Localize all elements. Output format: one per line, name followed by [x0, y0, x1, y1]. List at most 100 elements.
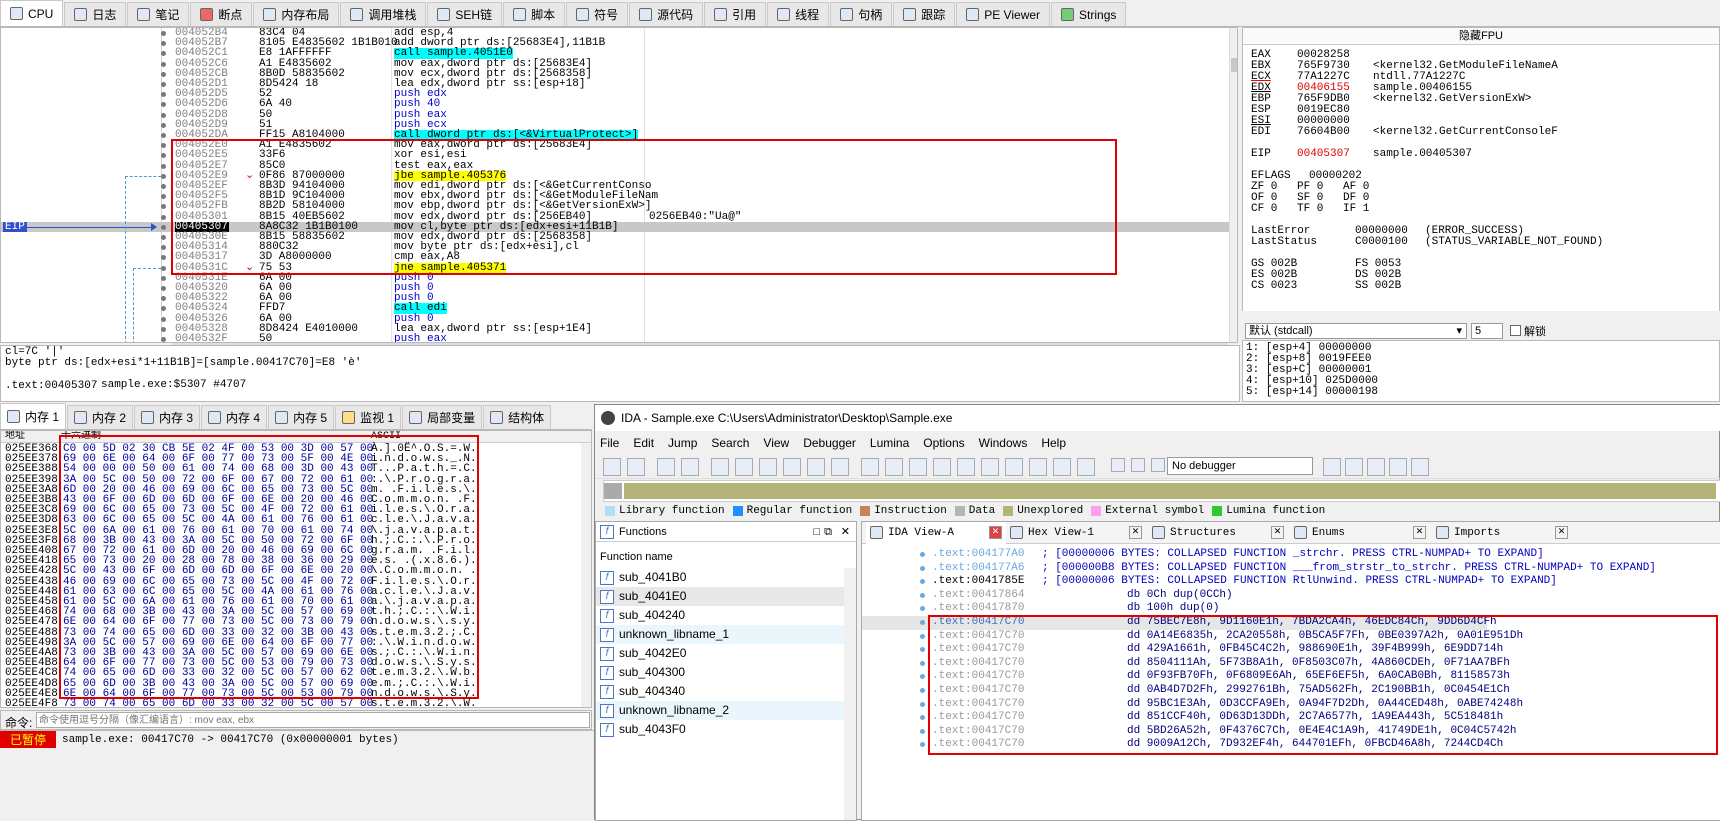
struct-icon[interactable] [909, 458, 927, 476]
function-list-item[interactable]: f sub_404240 [596, 606, 844, 625]
breakpoint-dot[interactable] [161, 337, 166, 342]
breakpoint-dot[interactable] [161, 82, 166, 87]
register-value[interactable]: 00405307 [1297, 149, 1350, 160]
breakpoint-dot[interactable] [161, 61, 166, 67]
arg-count-stepper[interactable]: 5 [1471, 323, 1503, 339]
ida-disasm-line[interactable]: .text:0041785E ; [00000006 BYTES: COLLAPS… [862, 575, 1557, 589]
tab-chip[interactable]: CPU [0, 0, 64, 26]
breakpoint-dot[interactable] [161, 31, 166, 36]
debug-icon[interactable] [1029, 458, 1047, 476]
close-icon[interactable]: ✕ [989, 526, 1002, 539]
menu-windows[interactable]: Windows [979, 436, 1028, 450]
tab-str[interactable]: Strings [1051, 2, 1127, 26]
dump-tab-8[interactable]: 结构体 [483, 405, 552, 429]
function-list-item[interactable]: f sub_4042E0 [596, 644, 844, 663]
hex-icon[interactable] [711, 458, 729, 476]
view-tab-structures[interactable]: Structures ✕ [1148, 522, 1288, 544]
dump-tab-1[interactable]: 内存 1 [0, 403, 67, 429]
delete-icon[interactable] [1077, 458, 1095, 476]
stack-arg-row[interactable]: 5: [esp+14] 00000198 [1246, 387, 1378, 398]
register-value[interactable]: SS 002B [1355, 281, 1401, 292]
breakpoint-dot[interactable] [161, 224, 166, 230]
pause-icon[interactable] [1131, 458, 1145, 472]
down-icon[interactable] [783, 458, 801, 476]
breakpoint-dot[interactable] [161, 102, 166, 108]
tab-trace[interactable]: 跟踪 [893, 2, 956, 26]
disassembly-view[interactable]: 004052B4 83C4 04 add esp,4 004052B7 8105 E48… [0, 27, 1238, 343]
tab-script[interactable]: 脚本 [503, 2, 566, 26]
register-scrollbar[interactable] [1242, 311, 1720, 322]
function-list-item[interactable]: f sub_404340 [596, 682, 844, 701]
functions-scrollbar[interactable] [844, 568, 856, 820]
menu-view[interactable]: View [763, 436, 789, 450]
breakpoint-dot[interactable] [161, 214, 166, 220]
dump-tab-2[interactable]: 内存 2 [67, 405, 134, 429]
tab-src[interactable]: 源代码 [629, 2, 704, 26]
breakpoint-dot[interactable] [161, 326, 166, 332]
breakpoint-dot[interactable] [161, 245, 166, 251]
dump-tab-3[interactable]: 内存 3 [134, 405, 201, 429]
breakpoint-dot[interactable] [161, 163, 166, 169]
breakpoint-dot[interactable] [161, 296, 166, 302]
breakpoint-dot[interactable] [161, 265, 166, 271]
breakpoint-dot[interactable] [161, 306, 166, 312]
forward-icon[interactable] [681, 458, 699, 476]
save-icon[interactable] [627, 458, 645, 476]
register-value[interactable]: TF 0 [1297, 204, 1323, 215]
dump-scrollbar[interactable] [581, 443, 591, 707]
tab-note[interactable]: 笔记 [127, 2, 190, 26]
function-list-item[interactable]: f sub_4041E0 [596, 587, 844, 606]
restore-icon[interactable]: □ [813, 522, 820, 542]
breakpoint-dot[interactable] [161, 194, 166, 200]
menu-jump[interactable]: Jump [668, 436, 697, 450]
navigation-band[interactable] [603, 480, 1720, 502]
menu-help[interactable]: Help [1041, 436, 1066, 450]
breakpoint-dot[interactable] [161, 92, 166, 98]
text-icon[interactable] [735, 458, 753, 476]
close-icon[interactable]: ✕ [1271, 526, 1284, 539]
ida-disasm-line[interactable]: .text:00417870 db 100h dup(0) [862, 602, 1487, 616]
tab-doc[interactable]: 日志 [64, 2, 127, 26]
play-icon[interactable] [1111, 458, 1125, 472]
menu-file[interactable]: File [600, 436, 619, 450]
xref-icon[interactable] [981, 458, 999, 476]
unlock-checkbox[interactable] [1510, 325, 1521, 336]
functions-column-header[interactable]: Function name [596, 548, 856, 566]
function-list-item[interactable]: f unknown_libname_2 [596, 701, 844, 720]
ida-disasm-line[interactable]: .text:004177A0 ; [00000006 BYTES: COLLAPS… [862, 548, 1544, 562]
dump-row[interactable]: 025EE4F8 73 00 74 00 65 00 6D 00 33 00 32… [1, 698, 591, 707]
breakpoint-dot[interactable] [161, 122, 166, 128]
breakpoint-dot[interactable] [161, 133, 166, 138]
tab-mem[interactable]: 内存布局 [253, 2, 340, 26]
view-tab-ida-view-a[interactable]: IDA View-A ✕ [866, 522, 1006, 544]
menu-search[interactable]: Search [711, 436, 749, 450]
breakpoint-dot[interactable] [161, 143, 166, 149]
tab-thread[interactable]: 线程 [767, 2, 830, 26]
close-icon[interactable]: ✕ [1413, 526, 1426, 539]
view-tab-enums[interactable]: Enums ✕ [1290, 522, 1430, 544]
menu-edit[interactable]: Edit [633, 436, 654, 450]
breakpoint-dot[interactable] [161, 51, 166, 57]
dump-tab-4[interactable]: 内存 4 [201, 405, 268, 429]
edit-icon[interactable] [1053, 458, 1071, 476]
tab-handle[interactable]: 句柄 [830, 2, 893, 26]
breakpoint-icon[interactable] [885, 458, 903, 476]
ida-disasm-line[interactable]: .text:004177A6 ; [000000B8 BYTES: COLLAPS… [862, 562, 1656, 576]
view-tab-imports[interactable]: Imports ✕ [1432, 522, 1572, 544]
dump-tab-7[interactable]: 局部变量 [402, 405, 483, 429]
find-binary-icon[interactable] [807, 458, 825, 476]
dump-tab-5[interactable]: 内存 5 [268, 405, 335, 429]
breakpoint-dot[interactable] [161, 204, 166, 210]
debugger-select[interactable]: No debugger [1167, 457, 1313, 475]
extra-icon[interactable] [1411, 458, 1429, 476]
menu-lumina[interactable]: Lumina [870, 436, 909, 450]
menu-debugger[interactable]: Debugger [803, 436, 856, 450]
breakpoint-dot[interactable] [161, 173, 166, 179]
function-list-item[interactable]: f sub_4043F0 [596, 720, 844, 739]
dump-column-header[interactable]: 地址 [5, 431, 25, 443]
enum-icon[interactable] [933, 458, 951, 476]
tab-stack[interactable]: 调用堆栈 [340, 2, 427, 26]
breakpoint-dot[interactable] [161, 184, 166, 189]
hide-fpu-button[interactable]: 隐藏FPU [1243, 28, 1719, 45]
find-icon[interactable] [759, 458, 777, 476]
